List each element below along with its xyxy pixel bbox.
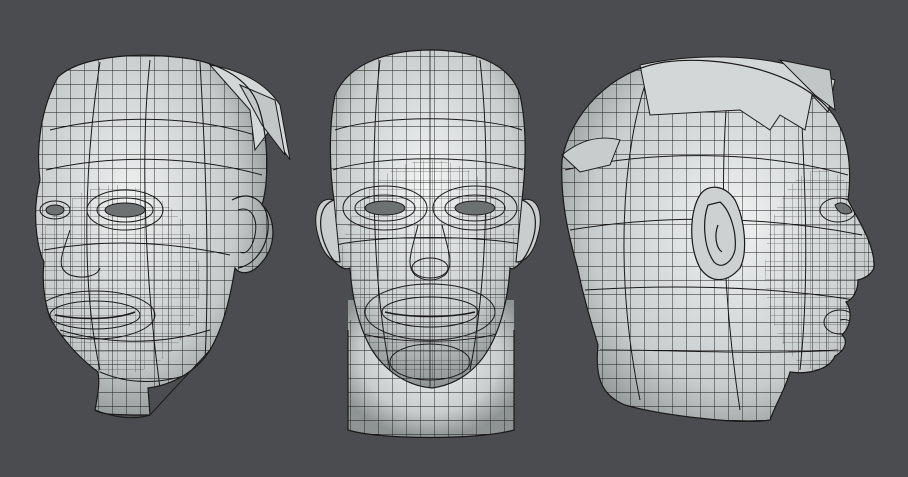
head-three-quarter-view[interactable] — [30, 50, 291, 420]
viewport-canvas — [30, 45, 885, 440]
head-side-view[interactable] — [555, 55, 885, 435]
head-front-view[interactable] — [310, 45, 550, 440]
3d-viewport[interactable] — [0, 0, 908, 477]
